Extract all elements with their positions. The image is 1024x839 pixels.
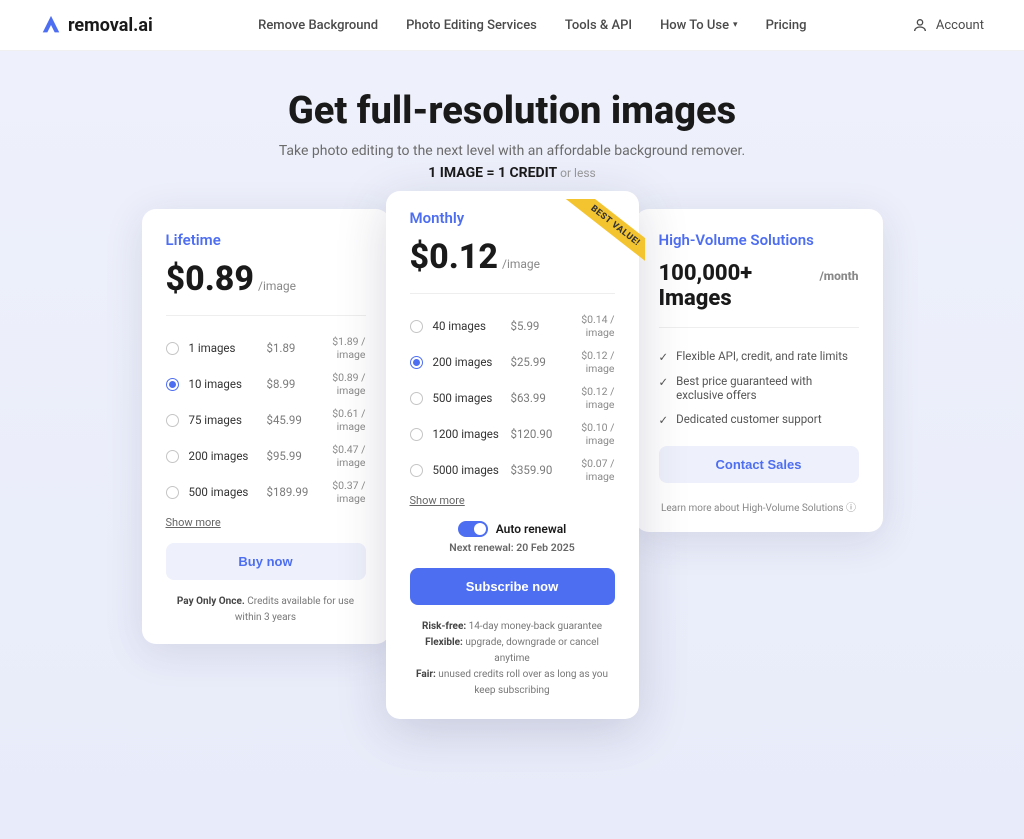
radio-icon <box>166 414 179 427</box>
option-price: $120.90 <box>511 427 563 441</box>
buy-now-button[interactable]: Buy now <box>166 543 366 580</box>
monthly-option[interactable]: 1200 images$120.90$0.10 / image <box>410 416 615 452</box>
option-name: 1200 images <box>433 427 511 441</box>
option-price: $189.99 <box>267 485 319 499</box>
logo-icon <box>40 14 62 36</box>
benefit-item: ✓Best price guaranteed with exclusive of… <box>659 369 859 407</box>
lifetime-option[interactable]: 500 images$189.99$0.37 / image <box>166 474 366 510</box>
nav-how-to-use[interactable]: How To Use▾ <box>660 18 738 33</box>
radio-icon <box>166 378 179 391</box>
auto-renewal-row: Auto renewal <box>410 521 615 537</box>
pricing-cards: Lifetime $0.89/image 1 images$1.89$1.89 … <box>40 209 984 719</box>
option-name: 10 images <box>189 377 267 391</box>
check-icon: ✓ <box>659 413 669 427</box>
option-name: 40 images <box>433 319 511 333</box>
monthly-option[interactable]: 200 images$25.99$0.12 / image <box>410 344 615 380</box>
radio-icon <box>410 356 423 369</box>
benefit-item: ✓Dedicated customer support <box>659 407 859 432</box>
page-title: Get full-resolution images <box>40 89 984 133</box>
benefit-item: ✓Flexible API, credit, and rate limits <box>659 344 859 369</box>
auto-renewal-toggle[interactable] <box>458 521 488 537</box>
option-per: $0.37 / image <box>319 479 366 505</box>
lifetime-option[interactable]: 10 images$8.99$0.89 / image <box>166 366 366 402</box>
nav-photo-editing[interactable]: Photo Editing Services <box>406 18 537 33</box>
show-more-lifetime[interactable]: Show more <box>166 516 366 529</box>
option-per: $0.89 / image <box>319 371 366 397</box>
monthly-fineprint: Risk-free: 14-day money-back guarantee F… <box>410 619 615 699</box>
monthly-option[interactable]: 40 images$5.99$0.14 / image <box>410 308 615 344</box>
contact-sales-button[interactable]: Contact Sales <box>659 446 859 483</box>
monthly-option[interactable]: 500 images$63.99$0.12 / image <box>410 380 615 416</box>
radio-icon <box>166 450 179 463</box>
card-monthly: BEST VALUE! Monthly $0.12/image 40 image… <box>386 191 639 719</box>
price-lifetime: $0.89/image <box>166 259 366 316</box>
high-volume-benefits: ✓Flexible API, credit, and rate limits✓B… <box>659 344 859 432</box>
option-name: 75 images <box>189 413 267 427</box>
chevron-down-icon: ▾ <box>733 20 738 30</box>
credit-equation: 1 IMAGE = 1 CREDIT or less <box>40 165 984 181</box>
subscribe-now-button[interactable]: Subscribe now <box>410 568 615 605</box>
lifetime-option[interactable]: 200 images$95.99$0.47 / image <box>166 438 366 474</box>
radio-icon <box>410 428 423 441</box>
lifetime-option[interactable]: 75 images$45.99$0.61 / image <box>166 402 366 438</box>
option-price: $8.99 <box>267 377 319 391</box>
nav-tools-api[interactable]: Tools & API <box>565 18 632 33</box>
learn-more-link[interactable]: Learn more about High-Volume Solutions ⓘ <box>659 499 859 514</box>
radio-icon <box>166 486 179 499</box>
lifetime-option[interactable]: 1 images$1.89$1.89 / image <box>166 330 366 366</box>
next-renewal: Next renewal: 20 Feb 2025 <box>410 541 615 554</box>
auto-renewal-label: Auto renewal <box>496 522 567 536</box>
nav-pricing[interactable]: Pricing <box>766 18 807 33</box>
card-high-volume: High-Volume Solutions 100,000+ Images/mo… <box>635 209 883 532</box>
option-name: 500 images <box>189 485 267 499</box>
check-icon: ✓ <box>659 375 669 389</box>
user-icon <box>912 17 928 33</box>
option-price: $359.90 <box>511 463 563 477</box>
option-price: $95.99 <box>267 449 319 463</box>
monthly-option[interactable]: 5000 images$359.90$0.07 / image <box>410 452 615 488</box>
option-price: $1.89 <box>267 341 319 355</box>
option-per: $0.10 / image <box>563 421 615 447</box>
main-nav: Remove Background Photo Editing Services… <box>258 18 806 33</box>
option-name: 200 images <box>433 355 511 369</box>
show-more-monthly[interactable]: Show more <box>410 494 615 507</box>
card-lifetime: Lifetime $0.89/image 1 images$1.89$1.89 … <box>142 209 390 644</box>
monthly-options: 40 images$5.99$0.14 / image200 images$25… <box>410 308 615 488</box>
option-per: $0.07 / image <box>563 457 615 483</box>
option-per: $0.14 / image <box>563 313 615 339</box>
page-subtitle: Take photo editing to the next level wit… <box>40 143 984 159</box>
logo[interactable]: removal.ai <box>40 14 153 36</box>
option-per: $0.12 / image <box>563 385 615 411</box>
card-title-high-volume: High-Volume Solutions <box>659 231 859 249</box>
radio-icon <box>410 320 423 333</box>
lifetime-fineprint: Pay Only Once. Credits available for use… <box>166 594 366 626</box>
radio-icon <box>410 392 423 405</box>
check-icon: ✓ <box>659 350 669 364</box>
option-price: $25.99 <box>511 355 563 369</box>
radio-icon <box>410 464 423 477</box>
option-per: $0.47 / image <box>319 443 366 469</box>
radio-icon <box>166 342 179 355</box>
account-link[interactable]: Account <box>912 17 984 33</box>
option-name: 1 images <box>189 341 267 355</box>
option-name: 200 images <box>189 449 267 463</box>
nav-remove-background[interactable]: Remove Background <box>258 18 378 33</box>
option-per: $0.61 / image <box>319 407 366 433</box>
option-price: $63.99 <box>511 391 563 405</box>
option-price: $5.99 <box>511 319 563 333</box>
option-name: 500 images <box>433 391 511 405</box>
option-per: $0.12 / image <box>563 349 615 375</box>
option-per: $1.89 / image <box>319 335 366 361</box>
option-name: 5000 images <box>433 463 511 477</box>
card-title-lifetime: Lifetime <box>166 231 366 249</box>
header: removal.ai Remove Background Photo Editi… <box>0 0 1024 51</box>
option-price: $45.99 <box>267 413 319 427</box>
brand-name: removal.ai <box>68 15 153 36</box>
high-volume-amount: 100,000+ Images/month <box>659 261 859 328</box>
best-value-ribbon: BEST VALUE! <box>555 199 645 269</box>
lifetime-options: 1 images$1.89$1.89 / image10 images$8.99… <box>166 330 366 510</box>
hero: Get full-resolution images Take photo ed… <box>0 51 1024 839</box>
